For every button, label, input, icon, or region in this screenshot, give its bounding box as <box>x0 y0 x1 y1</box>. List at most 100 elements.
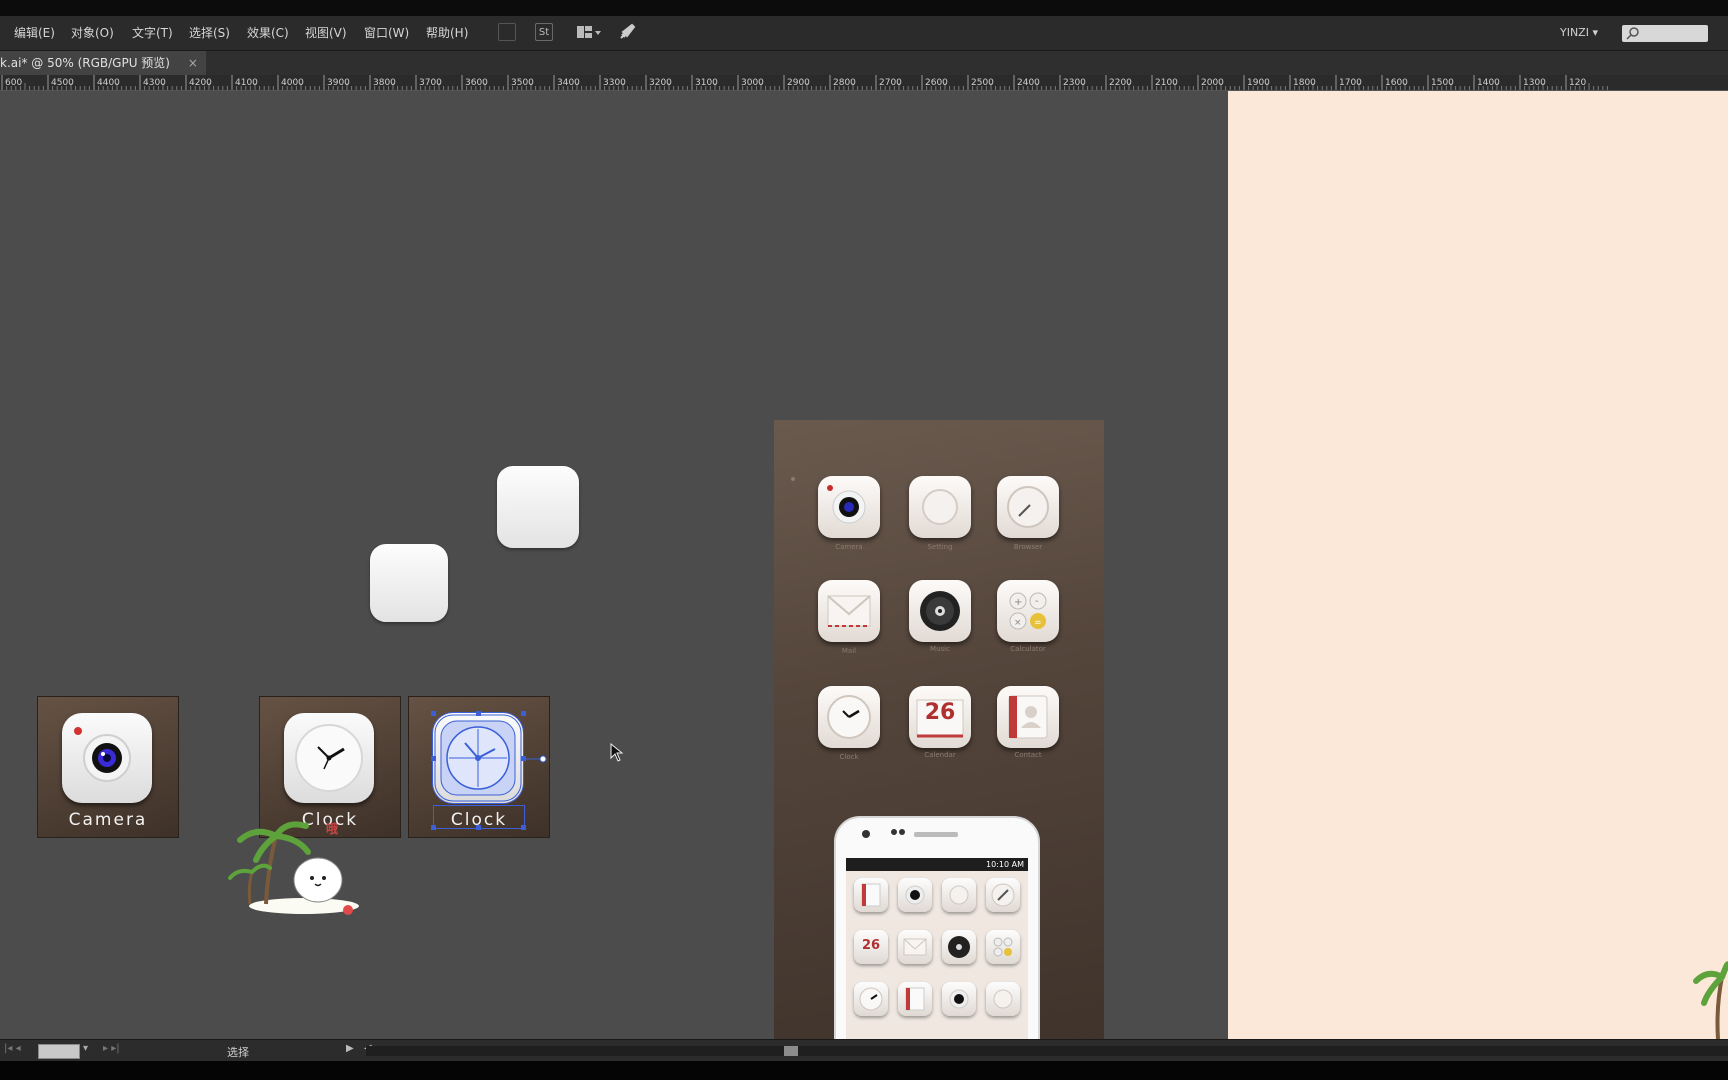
camera-tile[interactable]: Camera <box>37 696 179 838</box>
icon-label: Mail <box>841 647 857 655</box>
scrollbar-thumb[interactable] <box>784 1046 798 1056</box>
first-page-icon[interactable]: |◂ ◂ <box>4 1043 21 1054</box>
mail-icon <box>898 930 932 964</box>
phone-calendar-day: 26 <box>861 938 881 953</box>
search-icon <box>1626 27 1639 40</box>
icon-label: Clock <box>839 753 859 761</box>
ruler-label: 1300 <box>1523 78 1546 88</box>
calendar-icon: 26 <box>854 930 888 964</box>
rocket-icon[interactable] <box>618 23 636 41</box>
bottom-strip <box>0 1061 1728 1080</box>
ruler-label: 4100 <box>235 78 258 88</box>
contact-icon <box>898 982 932 1016</box>
menu-object[interactable]: 对象(O) <box>71 24 114 41</box>
music-icon <box>942 930 976 964</box>
menu-view[interactable]: 视图(V) <box>305 24 347 41</box>
calculator-icon[interactable]: + - × = <box>997 580 1059 642</box>
ruler-label: 3300 <box>603 78 626 88</box>
ruler-label: 2900 <box>787 78 810 88</box>
palm-tree-icon <box>1693 961 1728 1039</box>
bridge-icon[interactable] <box>498 23 516 41</box>
ruler-label: 1600 <box>1385 78 1408 88</box>
icon-label: Setting <box>927 543 953 551</box>
selected-clock-tile[interactable]: Clock <box>408 696 550 838</box>
rounded-square-shape[interactable] <box>370 544 448 622</box>
svg-text:-: - <box>1035 596 1039 607</box>
user-name: YINZI <box>1559 26 1589 39</box>
horizontal-ruler: 600 4500 4400 4300 4200 4100 4000 3900 3800 3700 3… <box>0 75 1728 91</box>
clock-icon[interactable] <box>818 686 880 748</box>
user-menu[interactable]: YINZI ▾ <box>1560 26 1598 39</box>
icon-set-panel[interactable]: Camera Setting Browser + - × = Mail Music C… <box>774 420 1104 1040</box>
mouse-cursor-icon <box>610 743 624 762</box>
dot-icon <box>791 477 795 481</box>
ruler-label: 2700 <box>879 78 902 88</box>
contact-icon[interactable] <box>997 686 1059 748</box>
artboard-navigator[interactable] <box>38 1044 80 1059</box>
horizontal-scrollbar[interactable] <box>366 1046 1728 1056</box>
menu-effect[interactable]: 效果(C) <box>247 24 289 41</box>
camera-icon <box>942 982 976 1016</box>
document-tab[interactable]: k.ai* @ 50% (RGB/GPU 预览) × <box>0 51 206 75</box>
last-page-icon[interactable]: ▸ ▸| <box>103 1043 120 1054</box>
palm-tree-sticker: 哦 <box>226 816 366 916</box>
ruler-label: 2000 <box>1201 78 1224 88</box>
current-tool: 选择 <box>227 1046 249 1059</box>
status-bar: |◂ ◂ ▾ ▸ ▸| 选择 ▶ ◀ <box>0 1039 1728 1062</box>
phone-time: 10:10 AM <box>986 860 1024 869</box>
contact-icon <box>854 878 888 912</box>
ruler-label: 3200 <box>649 78 672 88</box>
icon-label: Calculator <box>1010 645 1046 653</box>
play-icon[interactable]: ▶ <box>346 1043 354 1054</box>
clock-icon <box>284 713 374 803</box>
ruler-label: 1700 <box>1339 78 1362 88</box>
ruler-label: 3400 <box>557 78 580 88</box>
ruler-label: 1800 <box>1293 78 1316 88</box>
calculator-icon <box>986 930 1020 964</box>
canvas[interactable]: Camera Clock Clock 哦 Camera Setting Brow… <box>0 91 1228 1040</box>
setting-icon <box>986 982 1020 1016</box>
document-tab-bar: k.ai* @ 50% (RGB/GPU 预览) × <box>0 51 1728 75</box>
svg-text:+: + <box>1014 597 1022 608</box>
document-tab-title: k.ai* @ 50% (RGB/GPU 预览) <box>0 56 170 70</box>
chevron-down-icon[interactable]: ▾ <box>83 1043 88 1054</box>
ruler-label: 4200 <box>189 78 212 88</box>
icon-label: Camera <box>835 543 863 551</box>
menu-type[interactable]: 文字(T) <box>132 24 173 41</box>
calendar-icon[interactable]: 26 <box>909 686 971 748</box>
ruler-label: 3900 <box>327 78 350 88</box>
ruler-label: 2100 <box>1155 78 1178 88</box>
selection-box <box>433 805 525 829</box>
artboard[interactable] <box>1228 91 1728 1039</box>
rounded-square-shape[interactable] <box>497 466 579 548</box>
camera-icon <box>62 713 152 803</box>
ruler-label: 1500 <box>1431 78 1454 88</box>
ruler-label: 4500 <box>51 78 74 88</box>
tile-label: Camera <box>68 810 148 830</box>
menu-select[interactable]: 选择(S) <box>189 24 230 41</box>
menu-bar: 编辑(E) 对象(O) 文字(T) 选择(S) 效果(C) 视图(V) 窗口(W… <box>0 16 1728 51</box>
menu-window[interactable]: 窗口(W) <box>364 24 409 41</box>
search-input[interactable] <box>1622 25 1708 42</box>
icon-label: Music <box>930 645 950 653</box>
phone-status-bar: 10:10 AM <box>846 858 1028 871</box>
phone-mockup[interactable]: 10:10 AM 26 <box>834 816 1040 1040</box>
camera-icon[interactable] <box>818 476 880 538</box>
setting-icon <box>942 878 976 912</box>
menu-help[interactable]: 帮助(H) <box>426 24 468 41</box>
ruler-label: 2200 <box>1109 78 1132 88</box>
browser-icon[interactable] <box>997 476 1059 538</box>
phone-screen: 10:10 AM 26 <box>846 858 1028 1040</box>
menu-edit[interactable]: 编辑(E) <box>14 24 55 41</box>
ruler-label: 3600 <box>465 78 488 88</box>
stock-icon[interactable]: St <box>535 23 553 41</box>
clock-icon <box>433 713 523 803</box>
mail-icon[interactable] <box>818 580 880 642</box>
ruler-label: 2500 <box>971 78 994 88</box>
ruler-label: 3700 <box>419 78 442 88</box>
calendar-day: 26 <box>924 700 956 725</box>
setting-icon[interactable] <box>909 476 971 538</box>
close-icon[interactable]: × <box>188 56 198 70</box>
arrange-documents-icon[interactable] <box>576 23 602 41</box>
music-icon[interactable] <box>909 580 971 642</box>
